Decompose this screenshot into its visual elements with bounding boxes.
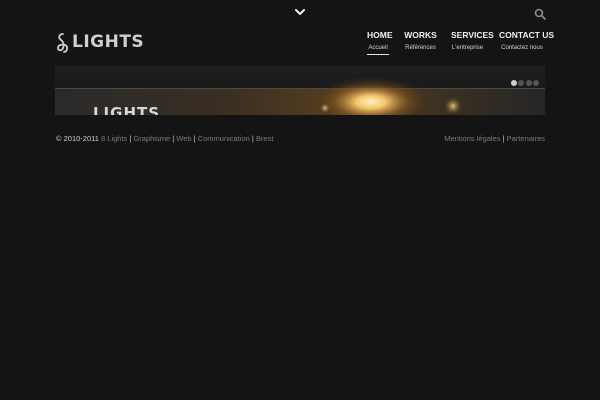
footer-right: Mentions légales | Partenaires — [444, 134, 545, 144]
footer-link-brest[interactable]: Brest — [256, 134, 274, 143]
nav-item-title: CONTACT US — [499, 30, 555, 40]
footer-link-communication[interactable]: Communication — [198, 134, 250, 143]
hero-slider[interactable]: LIGHTS — [55, 66, 545, 115]
footer-left: © 2010-2011 8 Lights | Graphisme | Web |… — [56, 134, 273, 144]
slider-pagination — [509, 71, 539, 86]
footer-link-partenaires[interactable]: Partenaires — [507, 134, 545, 143]
separator: | — [172, 134, 175, 143]
nav-item-subtitle: Accueil — [368, 45, 388, 51]
nav-item-subtitle: Contactez nous — [501, 45, 543, 51]
footer-link-8lights[interactable]: 8 Lights — [101, 134, 127, 143]
active-underline — [367, 54, 389, 55]
slider-dot[interactable] — [525, 80, 532, 86]
slider-dot[interactable] — [518, 80, 524, 86]
nav-item-works[interactable]: WORKS Références — [404, 30, 437, 53]
nav-item-services[interactable]: SERVICES L'entreprise — [451, 30, 494, 53]
search-icon[interactable] — [534, 8, 546, 20]
separator: | — [502, 134, 505, 143]
nav-item-subtitle: Références — [405, 45, 436, 51]
separator: | — [129, 134, 132, 143]
nav-item-subtitle: L'entreprise — [451, 45, 484, 51]
nav-item-home[interactable]: HOME Accueil — [367, 30, 393, 55]
footer-link-mentions-legales[interactable]: Mentions légales — [444, 134, 500, 143]
banner-logo-text: LIGHTS — [93, 104, 161, 115]
nav-item-title: HOME — [367, 30, 393, 40]
separator: | — [251, 134, 254, 143]
footer-link-web[interactable]: Web — [176, 134, 191, 143]
nav-item-title: SERVICES — [451, 30, 494, 40]
footer-link-graphisme[interactable]: Graphisme — [133, 134, 170, 143]
main-nav: HOME Accueil WORKS Références SERVICES L… — [0, 30, 600, 60]
copyright-text: © 2010-2011 — [56, 134, 99, 143]
nav-item-title: WORKS — [404, 30, 437, 40]
slider-dot[interactable] — [510, 80, 517, 86]
chevron-down-icon[interactable] — [295, 8, 305, 16]
slider-dot[interactable] — [533, 80, 539, 86]
nav-item-contact[interactable]: CONTACT US Contactez nous — [499, 30, 555, 53]
separator: | — [193, 134, 196, 143]
